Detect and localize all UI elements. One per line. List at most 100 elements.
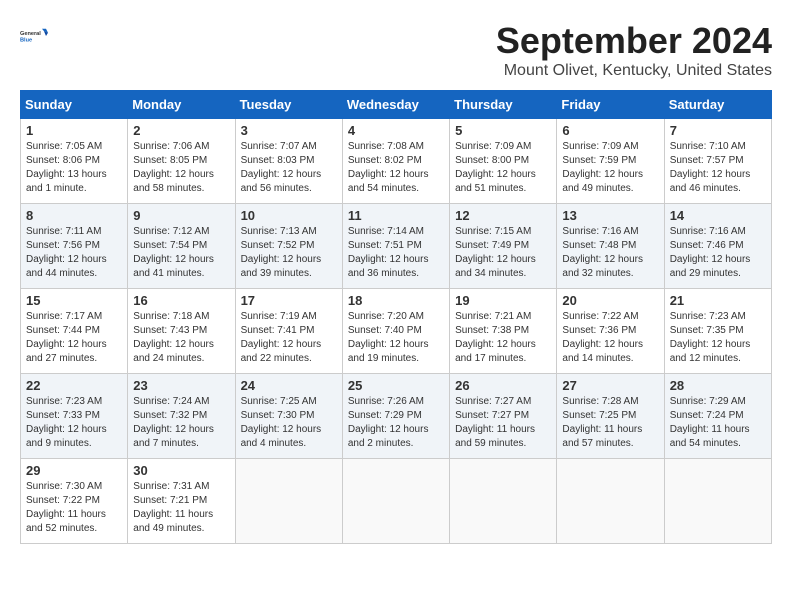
calendar-cell: 4 Sunrise: 7:08 AM Sunset: 8:02 PM Daylig…	[342, 119, 449, 204]
day-info: Sunrise: 7:28 AM Sunset: 7:25 PM Dayligh…	[562, 395, 658, 451]
day-number: 22	[26, 378, 122, 393]
day-number: 4	[348, 123, 444, 138]
location: Mount Olivet, Kentucky, United States	[496, 62, 772, 80]
day-info: Sunrise: 7:20 AM Sunset: 7:40 PM Dayligh…	[348, 310, 444, 366]
calendar-cell: 28 Sunrise: 7:29 AM Sunset: 7:24 PM Dayli…	[664, 374, 771, 459]
day-info: Sunrise: 7:15 AM Sunset: 7:49 PM Dayligh…	[455, 225, 551, 281]
day-info: Sunrise: 7:05 AM Sunset: 8:06 PM Dayligh…	[26, 140, 122, 196]
day-info: Sunrise: 7:18 AM Sunset: 7:43 PM Dayligh…	[133, 310, 229, 366]
col-header-monday: Monday	[128, 91, 235, 119]
day-info: Sunrise: 7:09 AM Sunset: 7:59 PM Dayligh…	[562, 140, 658, 196]
calendar-cell: 27 Sunrise: 7:28 AM Sunset: 7:25 PM Dayli…	[557, 374, 664, 459]
day-info: Sunrise: 7:27 AM Sunset: 7:27 PM Dayligh…	[455, 395, 551, 451]
day-number: 27	[562, 378, 658, 393]
svg-text:General: General	[20, 31, 41, 37]
day-number: 25	[348, 378, 444, 393]
day-number: 12	[455, 208, 551, 223]
week-row-2: 8 Sunrise: 7:11 AM Sunset: 7:56 PM Daylig…	[21, 204, 772, 289]
day-info: Sunrise: 7:14 AM Sunset: 7:51 PM Dayligh…	[348, 225, 444, 281]
day-number: 6	[562, 123, 658, 138]
day-info: Sunrise: 7:24 AM Sunset: 7:32 PM Dayligh…	[133, 395, 229, 451]
calendar-cell: 20Sunrise: 7:22 AM Sunset: 7:36 PM Dayli…	[557, 289, 664, 374]
day-info: Sunrise: 7:11 AM Sunset: 7:56 PM Dayligh…	[26, 225, 122, 281]
day-number: 15	[26, 293, 122, 308]
calendar-cell: 19 Sunrise: 7:21 AM Sunset: 7:38 PM Dayli…	[450, 289, 557, 374]
week-row-3: 15Sunrise: 7:17 AM Sunset: 7:44 PM Dayli…	[21, 289, 772, 374]
day-number: 14	[670, 208, 766, 223]
calendar-cell: 7Sunrise: 7:10 AM Sunset: 7:57 PM Daylig…	[664, 119, 771, 204]
calendar-cell: 14 Sunrise: 7:16 AM Sunset: 7:46 PM Dayli…	[664, 204, 771, 289]
calendar-cell: 2 Sunrise: 7:06 AM Sunset: 8:05 PM Daylig…	[128, 119, 235, 204]
day-info: Sunrise: 7:31 AM Sunset: 7:21 PM Dayligh…	[133, 480, 229, 536]
day-info: Sunrise: 7:26 AM Sunset: 7:29 PM Dayligh…	[348, 395, 444, 451]
day-info: Sunrise: 7:16 AM Sunset: 7:48 PM Dayligh…	[562, 225, 658, 281]
day-info: Sunrise: 7:13 AM Sunset: 7:52 PM Dayligh…	[241, 225, 337, 281]
svg-text:Blue: Blue	[20, 38, 32, 44]
day-number: 2	[133, 123, 229, 138]
day-number: 17	[241, 293, 337, 308]
day-info: Sunrise: 7:12 AM Sunset: 7:54 PM Dayligh…	[133, 225, 229, 281]
day-number: 23	[133, 378, 229, 393]
calendar-cell	[342, 459, 449, 544]
calendar-cell: 8 Sunrise: 7:11 AM Sunset: 7:56 PM Daylig…	[21, 204, 128, 289]
calendar-cell: 6 Sunrise: 7:09 AM Sunset: 7:59 PM Daylig…	[557, 119, 664, 204]
week-row-1: 1 Sunrise: 7:05 AM Sunset: 8:06 PM Daylig…	[21, 119, 772, 204]
col-header-tuesday: Tuesday	[235, 91, 342, 119]
header-row: SundayMondayTuesdayWednesdayThursdayFrid…	[21, 91, 772, 119]
day-info: Sunrise: 7:19 AM Sunset: 7:41 PM Dayligh…	[241, 310, 337, 366]
day-number: 19	[455, 293, 551, 308]
day-info: Sunrise: 7:25 AM Sunset: 7:30 PM Dayligh…	[241, 395, 337, 451]
calendar-cell: 30 Sunrise: 7:31 AM Sunset: 7:21 PM Dayli…	[128, 459, 235, 544]
calendar-cell: 18 Sunrise: 7:20 AM Sunset: 7:40 PM Dayli…	[342, 289, 449, 374]
calendar-cell: 17 Sunrise: 7:19 AM Sunset: 7:41 PM Dayli…	[235, 289, 342, 374]
col-header-wednesday: Wednesday	[342, 91, 449, 119]
calendar-cell: 23 Sunrise: 7:24 AM Sunset: 7:32 PM Dayli…	[128, 374, 235, 459]
day-number: 16	[133, 293, 229, 308]
day-info: Sunrise: 7:16 AM Sunset: 7:46 PM Dayligh…	[670, 225, 766, 281]
calendar-cell: 25 Sunrise: 7:26 AM Sunset: 7:29 PM Dayli…	[342, 374, 449, 459]
day-number: 28	[670, 378, 766, 393]
day-info: Sunrise: 7:08 AM Sunset: 8:02 PM Dayligh…	[348, 140, 444, 196]
calendar-cell: 22Sunrise: 7:23 AM Sunset: 7:33 PM Dayli…	[21, 374, 128, 459]
page-header: GeneralBlue September 2024 Mount Olivet,…	[20, 20, 772, 80]
calendar-cell: 3 Sunrise: 7:07 AM Sunset: 8:03 PM Daylig…	[235, 119, 342, 204]
calendar-cell	[557, 459, 664, 544]
day-number: 5	[455, 123, 551, 138]
calendar-cell: 9 Sunrise: 7:12 AM Sunset: 7:54 PM Daylig…	[128, 204, 235, 289]
calendar-cell: 10 Sunrise: 7:13 AM Sunset: 7:52 PM Dayli…	[235, 204, 342, 289]
calendar-cell: 15Sunrise: 7:17 AM Sunset: 7:44 PM Dayli…	[21, 289, 128, 374]
day-number: 8	[26, 208, 122, 223]
day-number: 26	[455, 378, 551, 393]
week-row-5: 29 Sunrise: 7:30 AM Sunset: 7:22 PM Dayli…	[21, 459, 772, 544]
week-row-4: 22Sunrise: 7:23 AM Sunset: 7:33 PM Dayli…	[21, 374, 772, 459]
day-number: 30	[133, 463, 229, 478]
calendar-cell: 5Sunrise: 7:09 AM Sunset: 8:00 PM Daylig…	[450, 119, 557, 204]
calendar-cell: 24Sunrise: 7:25 AM Sunset: 7:30 PM Dayli…	[235, 374, 342, 459]
day-number: 1	[26, 123, 122, 138]
logo: GeneralBlue	[20, 20, 56, 52]
day-number: 3	[241, 123, 337, 138]
day-number: 10	[241, 208, 337, 223]
day-info: Sunrise: 7:21 AM Sunset: 7:38 PM Dayligh…	[455, 310, 551, 366]
calendar-cell: 11Sunrise: 7:14 AM Sunset: 7:51 PM Dayli…	[342, 204, 449, 289]
day-info: Sunrise: 7:06 AM Sunset: 8:05 PM Dayligh…	[133, 140, 229, 196]
logo-icon: GeneralBlue	[20, 20, 52, 52]
calendar-cell: 29 Sunrise: 7:30 AM Sunset: 7:22 PM Dayli…	[21, 459, 128, 544]
day-number: 29	[26, 463, 122, 478]
day-info: Sunrise: 7:29 AM Sunset: 7:24 PM Dayligh…	[670, 395, 766, 451]
col-header-sunday: Sunday	[21, 91, 128, 119]
col-header-thursday: Thursday	[450, 91, 557, 119]
col-header-friday: Friday	[557, 91, 664, 119]
day-number: 9	[133, 208, 229, 223]
day-number: 18	[348, 293, 444, 308]
day-number: 7	[670, 123, 766, 138]
calendar-cell: 21 Sunrise: 7:23 AM Sunset: 7:35 PM Dayli…	[664, 289, 771, 374]
day-info: Sunrise: 7:30 AM Sunset: 7:22 PM Dayligh…	[26, 480, 122, 536]
calendar-cell	[664, 459, 771, 544]
day-info: Sunrise: 7:07 AM Sunset: 8:03 PM Dayligh…	[241, 140, 337, 196]
day-number: 21	[670, 293, 766, 308]
title-block: September 2024 Mount Olivet, Kentucky, U…	[496, 20, 772, 80]
calendar-cell: 12 Sunrise: 7:15 AM Sunset: 7:49 PM Dayli…	[450, 204, 557, 289]
calendar-table: SundayMondayTuesdayWednesdayThursdayFrid…	[20, 90, 772, 544]
day-info: Sunrise: 7:23 AM Sunset: 7:35 PM Dayligh…	[670, 310, 766, 366]
